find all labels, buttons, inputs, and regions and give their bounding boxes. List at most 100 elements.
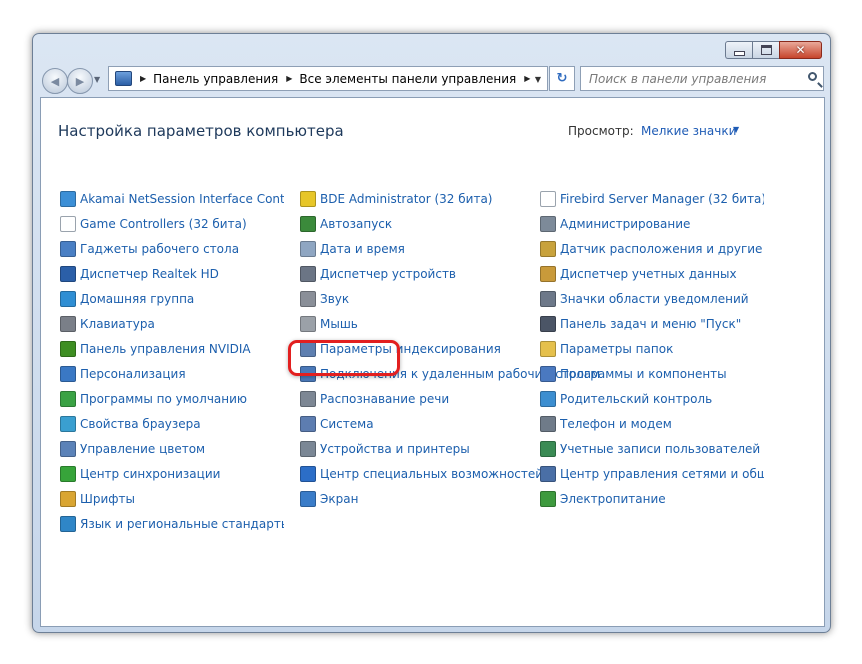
item-label: Домашняя группа	[80, 292, 195, 306]
control-panel-item[interactable]: Программы и компоненты	[540, 363, 727, 385]
control-panel-item[interactable]: Диспетчер учетных данных	[540, 263, 737, 285]
breadcrumb-separator-icon[interactable]: ▶	[140, 74, 146, 83]
item-label: Центр управления сетями и общим доступом	[560, 467, 764, 481]
date-time-icon	[300, 241, 316, 257]
control-panel-item[interactable]: Телефон и модем	[540, 413, 672, 435]
breadcrumb-control-panel[interactable]: Панель управления	[153, 72, 278, 86]
blank-document-icon	[540, 191, 556, 207]
control-panel-item[interactable]: Центр специальных возможностей	[300, 463, 543, 485]
page-title: Настройка параметров компьютера	[58, 122, 344, 140]
control-panel-item[interactable]: Firebird Server Manager (32 бита)	[540, 188, 764, 210]
control-panel-item[interactable]: BDE Administrator (32 бита)	[300, 188, 492, 210]
control-panel-item[interactable]: Диспетчер Realtek HD	[60, 263, 219, 285]
control-panel-item[interactable]: Центр управления сетями и общим доступом	[540, 463, 764, 485]
item-label: Шрифты	[80, 492, 135, 506]
admin-tools-icon	[540, 216, 556, 232]
folder-options-icon	[540, 341, 556, 357]
view-dropdown-arrow-icon[interactable]: ▼	[733, 125, 739, 134]
control-panel-item[interactable]: Звук	[300, 288, 349, 310]
search-input[interactable]: Поиск в панели управления	[580, 66, 824, 91]
item-label: Язык и региональные стандарты	[80, 517, 284, 531]
user-accounts-icon	[540, 441, 556, 457]
item-label: Администрирование	[560, 217, 691, 231]
color-management-icon	[60, 441, 76, 457]
item-label: Устройства и принтеры	[320, 442, 470, 456]
fonts-icon	[60, 491, 76, 507]
highlight-frame	[288, 340, 400, 376]
maximize-button[interactable]	[752, 41, 779, 59]
personalization-icon	[60, 366, 76, 382]
control-panel-item[interactable]: Язык и региональные стандарты	[60, 513, 284, 535]
control-panel-item[interactable]: Учетные записи пользователей	[540, 438, 760, 460]
control-panel-item[interactable]: Датчик расположения и другие датчики	[540, 238, 764, 260]
address-dropdown-icon[interactable]: ▼	[535, 75, 541, 84]
autoplay-icon	[300, 216, 316, 232]
recent-pages-dropdown-icon[interactable]: ▼	[94, 75, 100, 84]
breadcrumb-all-items[interactable]: Все элементы панели управления	[299, 72, 516, 86]
system-icon	[300, 416, 316, 432]
control-panel-item[interactable]: Значки области уведомлений	[540, 288, 749, 310]
control-panel-item[interactable]: Управление цветом	[60, 438, 205, 460]
item-label: Телефон и модем	[560, 417, 672, 431]
control-panel-item[interactable]: Game Controllers (32 бита)	[60, 213, 247, 235]
control-panel-item[interactable]: Программы по умолчанию	[60, 388, 247, 410]
devices-printers-icon	[300, 441, 316, 457]
control-panel-item[interactable]: Электропитание	[540, 488, 666, 510]
control-panel-item[interactable]: Родительский контроль	[540, 388, 712, 410]
close-button[interactable]: ✕	[779, 41, 822, 59]
item-label: Свойства браузера	[80, 417, 201, 431]
control-panel-item[interactable]: Система	[300, 413, 374, 435]
control-panel-item[interactable]: Параметры папок	[540, 338, 673, 360]
control-panel-item[interactable]: Персонализация	[60, 363, 186, 385]
view-mode-dropdown[interactable]: Мелкие значки	[641, 124, 736, 138]
control-panel-item[interactable]: Домашняя группа	[60, 288, 194, 310]
control-panel-item[interactable]: Панель задач и меню "Пуск"	[540, 313, 741, 335]
view-label: Просмотр:	[568, 124, 634, 138]
control-panel-item[interactable]: Устройства и принтеры	[300, 438, 470, 460]
search-icon[interactable]	[808, 72, 817, 81]
control-panel-item[interactable]: Шрифты	[60, 488, 135, 510]
control-panel-item[interactable]: Гаджеты рабочего стола	[60, 238, 239, 260]
control-panel-item[interactable]: Экран	[300, 488, 358, 510]
credential-manager-icon	[540, 266, 556, 282]
control-panel-item[interactable]: Диспетчер устройств	[300, 263, 456, 285]
item-label: Akamai NetSession Interface Control Pane…	[80, 192, 284, 206]
maximize-icon	[760, 45, 772, 55]
bde-icon	[300, 191, 316, 207]
address-bar[interactable]: ▶ Панель управления ▶ Все элементы панел…	[108, 66, 548, 91]
refresh-button[interactable]: ↻	[549, 66, 575, 91]
item-label: Управление цветом	[80, 442, 206, 456]
phone-modem-icon	[540, 416, 556, 432]
control-panel-item[interactable]: Свойства браузера	[60, 413, 201, 435]
minimize-button[interactable]	[725, 41, 752, 59]
display-icon	[300, 491, 316, 507]
control-panel-item[interactable]: Распознавание речи	[300, 388, 449, 410]
close-icon: ✕	[795, 43, 806, 57]
item-label: Экран	[320, 492, 359, 506]
item-label: Гаджеты рабочего стола	[80, 242, 240, 256]
breadcrumb-separator-icon[interactable]: ▶	[524, 74, 530, 83]
item-label: Панель управления NVIDIA	[80, 342, 251, 356]
content-pane: Настройка параметров компьютера Просмотр…	[40, 97, 825, 627]
location-sensors-icon	[540, 241, 556, 257]
forward-button[interactable]: ▶	[67, 68, 93, 94]
back-button[interactable]: ◀	[42, 68, 68, 94]
control-panel-item[interactable]: Дата и время	[300, 238, 405, 260]
control-panel-item[interactable]: Akamai NetSession Interface Control Pane…	[60, 188, 284, 210]
gadgets-icon	[60, 241, 76, 257]
item-label: Центр синхронизации	[80, 467, 221, 481]
control-panel-item[interactable]: Панель управления NVIDIA	[60, 338, 251, 360]
sound-icon	[300, 291, 316, 307]
sync-center-icon	[60, 466, 76, 482]
breadcrumb-separator-icon[interactable]: ▶	[286, 74, 292, 83]
region-language-icon	[60, 516, 76, 532]
control-panel-item[interactable]: Автозапуск	[300, 213, 392, 235]
item-label: Звук	[320, 292, 350, 306]
control-panel-item[interactable]: Мышь	[300, 313, 358, 335]
item-label: Электропитание	[560, 492, 666, 506]
control-panel-item[interactable]: Клавиатура	[60, 313, 155, 335]
item-label: Датчик расположения и другие датчики	[560, 242, 764, 256]
parental-controls-icon	[540, 391, 556, 407]
control-panel-item[interactable]: Центр синхронизации	[60, 463, 220, 485]
control-panel-item[interactable]: Администрирование	[540, 213, 690, 235]
